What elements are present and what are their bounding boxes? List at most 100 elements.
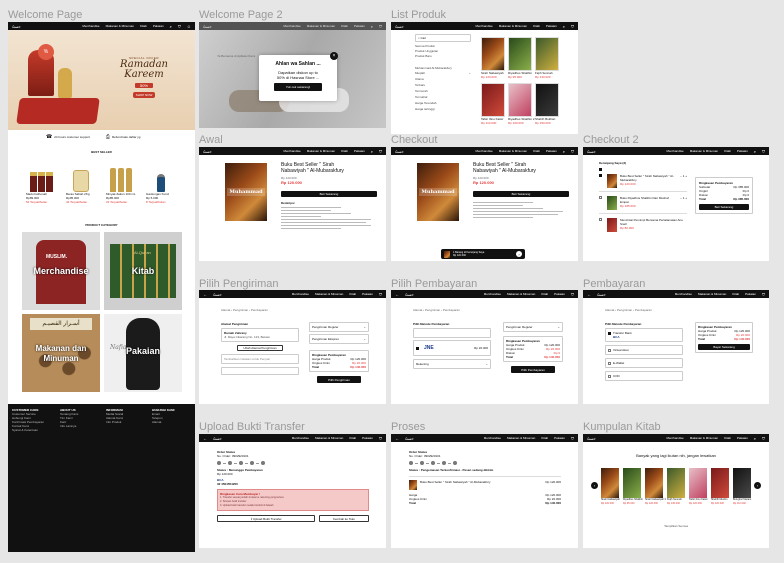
- back-to-shop-button[interactable]: Kembali ke Toko: [319, 515, 369, 522]
- logo[interactable]: حسنا: [395, 149, 403, 154]
- product-card[interactable]: Riyadhus Shalihin Rp 95.000: [508, 37, 532, 79]
- hero-cta-button[interactable]: SHOP NOW: [133, 92, 155, 98]
- cart-icon[interactable]: ⛉: [571, 292, 574, 297]
- nav-link-pakaian[interactable]: Pakaian: [546, 149, 557, 153]
- nav-link-merchandise[interactable]: Merchandise: [484, 292, 501, 296]
- popup-cta-button[interactable]: Yuk cek sekarang!: [274, 83, 322, 91]
- nav-link-makanan[interactable]: Makanan & Minuman: [307, 149, 335, 153]
- filter-item[interactable]: Produk Baru: [415, 54, 471, 58]
- cart-icon[interactable]: ⛉: [571, 436, 574, 441]
- arrow-right-icon[interactable]: ›: [516, 251, 522, 257]
- cart-icon[interactable]: ⛉: [571, 149, 574, 154]
- best-seller-item[interactable]: Beras Sabah 2Kg Rp95.000 44 Terjual/bula…: [66, 162, 96, 204]
- option-ewallet[interactable]: E-Wallet: [605, 358, 683, 368]
- radio[interactable]: [608, 374, 611, 378]
- nav-link-kitab[interactable]: Kitab: [541, 436, 548, 440]
- arrow-right-icon[interactable]: ›: [754, 482, 761, 489]
- nav-link-pakaian[interactable]: Pakaian: [362, 436, 373, 440]
- logo[interactable]: حسنا: [597, 292, 605, 297]
- nav-link-makanan[interactable]: Makanan & Minuman: [307, 24, 335, 28]
- courier-select[interactable]: Pengiriman Reguler ⌄: [309, 322, 369, 332]
- footer-link[interactable]: Info Lainnya: [60, 424, 92, 428]
- arrow-left-icon[interactable]: ‹: [591, 482, 598, 489]
- nav-link-makanan[interactable]: Makanan & Minuman: [690, 149, 718, 153]
- item-checkbox[interactable]: [599, 218, 602, 221]
- buy-now-button[interactable]: Beli Sekarang: [281, 191, 377, 197]
- product-card[interactable]: Sirah Nabawiyah Rp 120.000: [481, 37, 505, 79]
- search-icon[interactable]: ⌕: [371, 149, 373, 154]
- radio-selected[interactable]: [608, 331, 611, 335]
- footer-link[interactable]: Syarat & Ketentuan: [12, 428, 46, 432]
- option-transfer[interactable]: Transfer Bank BCA: [605, 328, 683, 342]
- arrow-left-icon[interactable]: ←: [203, 436, 207, 441]
- product-card[interactable]: Riyadhus Shalihin 2 Rp 100.000: [508, 83, 535, 125]
- item-checkbox[interactable]: [599, 196, 602, 199]
- nav-link-kitab[interactable]: Kitab: [349, 292, 356, 296]
- choose-shipping-button[interactable]: Pilih Pengiriman: [317, 376, 361, 383]
- nav-link-merchandise[interactable]: Merchandise: [292, 436, 309, 440]
- cart-icon[interactable]: ⛉: [762, 436, 765, 441]
- logo[interactable]: حسنا: [587, 436, 595, 441]
- filter-item[interactable]: Harga Terendah: [415, 101, 471, 105]
- user-icon[interactable]: ☺: [187, 24, 191, 29]
- quantity-stepper[interactable]: − 1 +: [680, 174, 687, 188]
- nav-link-kitab[interactable]: Kitab: [541, 292, 548, 296]
- nav-link-merchandise[interactable]: Merchandise: [476, 149, 493, 153]
- nav-link-makanan[interactable]: Makanan & Minuman: [499, 24, 527, 28]
- method-card-selected[interactable]: JNE Rp 20.000: [413, 340, 491, 356]
- nav-link-merchandise[interactable]: Merchandise: [484, 436, 501, 440]
- arrow-left-icon[interactable]: ←: [587, 292, 591, 297]
- upload-proof-button[interactable]: ⇪ Upload Bukti Transfer: [217, 515, 315, 522]
- logo[interactable]: حسنا: [203, 24, 211, 29]
- nav-link-merchandise[interactable]: Merchandise: [476, 24, 493, 28]
- filter-item[interactable]: Harga tertinggi: [415, 107, 471, 111]
- book-card[interactable]: Bulughul Maram Rp 110.000: [733, 468, 751, 506]
- nav-link-pakaian[interactable]: Pakaian: [737, 436, 748, 440]
- address-card[interactable]: Rumah Zahrany Jl. Raya Cikarang No. 123,…: [221, 328, 299, 342]
- nav-link-makanan[interactable]: Makanan & Minuman: [507, 292, 535, 296]
- buy-now-button[interactable]: Beli Sekarang: [473, 191, 569, 197]
- method-card[interactable]: [413, 328, 491, 338]
- product-card[interactable]: Fiqih Sunnah Rp 130.000: [535, 37, 559, 79]
- logo[interactable]: حسنا: [213, 436, 221, 441]
- book-card[interactable]: Sirah Nabawiyah Rp 120.000: [601, 468, 620, 506]
- logo[interactable]: حسنا: [203, 149, 211, 154]
- book-card[interactable]: Riyadhus Shalihin Rp 95.000: [623, 468, 643, 506]
- account-select[interactable]: Rekening ⌄: [413, 359, 491, 369]
- item-checkbox[interactable]: [599, 174, 602, 177]
- search-icon[interactable]: ⌕: [563, 24, 565, 29]
- nav-link-makanan[interactable]: Makanan & Minuman: [499, 149, 527, 153]
- book-card[interactable]: Fiqih Sunnah Rp 130.000: [667, 468, 685, 506]
- courier-select[interactable]: Pengiriman Reguler ⌄: [503, 322, 563, 332]
- pay-now-button[interactable]: Bayar Sekarang: [698, 344, 750, 350]
- note-input[interactable]: Tambahkan Catatan untuk Penjual: [221, 354, 299, 364]
- change-address-button[interactable]: Ubah Alamat Pengiriman: [237, 345, 283, 351]
- logo[interactable]: حسنا: [405, 436, 413, 441]
- nav-link-pakaian[interactable]: Pakaian: [737, 149, 748, 153]
- nav-link-kitab[interactable]: Kitab: [724, 436, 731, 440]
- filter-search-input[interactable]: ⌕ Cari: [415, 34, 471, 42]
- hero-banner[interactable]: % SPECIAL OFFER Ramadan Kareem 50% SHOP …: [8, 30, 195, 130]
- nav-link-kitab[interactable]: Kitab: [533, 24, 540, 28]
- nav-link-merchandise[interactable]: Merchandise: [284, 24, 301, 28]
- search-icon[interactable]: ⌕: [754, 149, 756, 154]
- nav-link-merchandise[interactable]: Merchandise: [675, 292, 692, 296]
- nav-link-pakaian[interactable]: Pakaian: [745, 292, 756, 296]
- radio[interactable]: [608, 348, 611, 352]
- nav-link-kitab[interactable]: Kitab: [533, 149, 540, 153]
- filter-item[interactable]: Terbaru: [415, 83, 471, 87]
- option-virtual[interactable]: Virtual Akun: [605, 345, 683, 355]
- logo[interactable]: حسنا: [12, 24, 20, 29]
- nav-link-pakaian[interactable]: Pakaian: [153, 24, 164, 28]
- nav-link-pakaian[interactable]: Pakaian: [362, 292, 373, 296]
- nav-link-pakaian[interactable]: Pakaian: [546, 24, 557, 28]
- nav-link-pakaian[interactable]: Pakaian: [354, 149, 365, 153]
- filter-item[interactable]: Termurah: [415, 89, 471, 93]
- cart-icon[interactable]: ⛉: [762, 292, 765, 297]
- nav-link-pakaian[interactable]: Pakaian: [554, 292, 565, 296]
- checkout-button[interactable]: Beli Sekarang: [699, 204, 749, 210]
- nav-link-kitab[interactable]: Kitab: [140, 24, 147, 28]
- footer-link[interactable]: Info Produk: [106, 420, 138, 424]
- search-icon[interactable]: ⌕: [371, 24, 373, 29]
- nav-link-kitab[interactable]: Kitab: [724, 149, 731, 153]
